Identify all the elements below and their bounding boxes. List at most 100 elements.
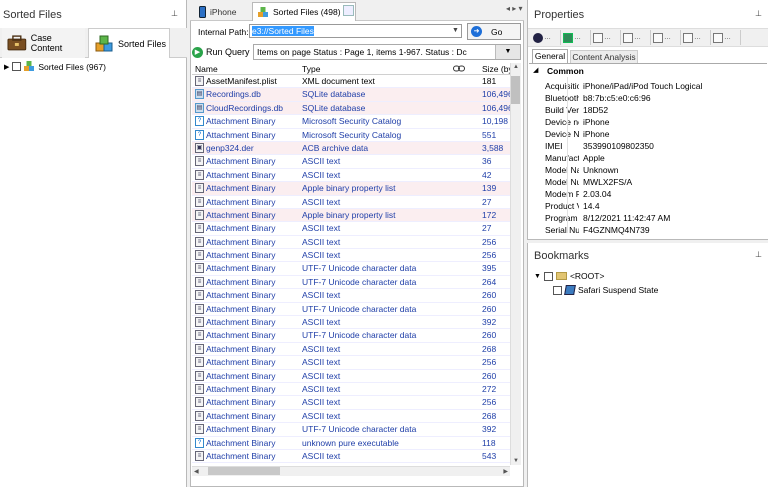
checkbox[interactable] [12,62,22,71]
column-divider[interactable] [567,77,568,233]
scroll-up-icon[interactable]: ▲ [513,64,519,70]
property-row[interactable]: Model Nar Unknown [543,165,767,177]
tree-item-sorted-files[interactable]: ▶ Sorted Files (967) [4,61,106,72]
run-query-button[interactable]: ▶ Run Query [192,44,252,60]
scroll-left-icon[interactable]: ◀ [194,468,199,475]
table-row[interactable]: ≡ Attachment Binary ASCII text 256 [192,356,510,370]
pin-icon[interactable]: ⊥ [755,9,762,18]
tab-general[interactable]: General [532,49,568,63]
table-row[interactable]: ≡ AssetManifest.plist XML document text 181 [192,75,510,89]
export-button[interactable]: … [713,30,741,45]
cell-size: 27 [482,196,492,207]
table-row[interactable]: ≡ Attachment Binary UTF-7 Unicode characte… [192,423,510,437]
bookmark-root[interactable]: ▼ <ROOT> [534,271,604,281]
table-row[interactable]: ≡ Attachment Binary ASCII text 268 [192,410,510,424]
link-icon[interactable] [453,65,465,72]
db-icon: ▤ [195,102,204,113]
checkbox[interactable] [543,271,553,281]
table-row[interactable]: ≡ Attachment Binary Apple binary property … [192,208,510,223]
section-header-common[interactable]: Common [529,66,767,78]
table-row[interactable]: ≡ Attachment Binary ASCII text 392 [192,316,510,330]
scroll-down-icon[interactable]: ▼ [513,458,519,464]
tab-sorted-files[interactable]: Sorted Files [88,28,170,58]
checkbox[interactable] [553,285,562,295]
go-button[interactable]: ➜ Go [467,23,521,40]
scroll-right-icon[interactable]: ▶ [503,468,508,475]
expand-arrow-icon[interactable]: ▶ [4,63,9,71]
internal-path-input[interactable]: e3://Sorted Files [249,24,462,38]
table-row[interactable]: ≡ Attachment Binary ASCII text 260 [192,370,510,383]
property-row[interactable]: Bluetooth b8:7b:c5:e0:c6:96 [543,93,767,105]
table-row[interactable]: ≡ Attachment Binary ASCII text 36 [192,155,510,169]
expand-arrow-icon[interactable]: ▼ [534,273,541,280]
cell-size: 256 [482,250,497,261]
tab-nav-arrows-icon[interactable]: ◂ ▸ ▾ [506,4,523,13]
property-row[interactable]: Product V 14.4 [543,201,767,213]
tab-sorted-files-498[interactable]: Sorted Files (498) [252,2,356,21]
property-row[interactable]: Modem Fi 2.03.04 [543,189,767,201]
pin-icon[interactable]: ⊥ [171,9,178,18]
chevron-down-icon[interactable]: ▼ [452,27,459,34]
pin-icon[interactable]: ⊥ [755,250,762,259]
table-row[interactable]: ≡ Attachment Binary UTF-7 Unicode characte… [192,262,510,276]
calendar-button[interactable]: … [653,30,681,45]
column-header-name[interactable]: Name [195,64,218,74]
table-row[interactable]: ▣ genp324.der ACB archive data 3,588 [192,141,510,156]
new-tab-icon[interactable] [343,5,354,16]
property-key: Manufact [545,153,579,163]
property-row[interactable]: IMEI 353990109802350 [543,141,767,153]
text-document-icon [623,32,633,43]
tab-iphone[interactable]: iPhone [194,2,249,21]
table-row[interactable]: ≡ Attachment Binary ASCII text 272 [192,383,510,397]
table-row[interactable]: ≡ Attachment Binary ASCII text 268 [192,343,510,357]
table-row[interactable]: ≡ Attachment Binary UTF-7 Unicode characte… [192,329,510,343]
property-row[interactable]: Serial Nur F4GZNMQ4N739 [543,225,767,237]
table-row[interactable]: ≡ Attachment Binary ASCII text 27 [192,222,510,236]
table-row[interactable]: ? Attachment Binary unknown pure executabl… [192,437,510,450]
info-button[interactable]: … [533,30,561,45]
column-header-size[interactable]: Size (by [482,64,510,74]
table-row[interactable]: ≡ Attachment Binary ASCII text 256 [192,236,510,250]
table-row[interactable]: ≡ Attachment Binary UTF-7 Unicode characte… [192,303,510,317]
table-row[interactable]: ≡ Attachment Binary ASCII text 42 [192,169,510,183]
property-row[interactable]: Model Nur MWLX2FS/A [543,177,767,189]
horizontal-scroll-thumb[interactable] [208,467,280,475]
table-row[interactable]: ≡ Attachment Binary ASCII text 256 [192,396,510,410]
table-row[interactable]: ? Attachment Binary Microsoft Security Cat… [192,129,510,142]
property-row[interactable]: Device Na iPhone [543,129,767,141]
mail-button[interactable]: … [563,30,591,45]
text-document-button[interactable]: … [623,30,651,45]
tab-content-analysis[interactable]: Content Analysis [570,50,638,63]
vertical-scroll-thumb[interactable] [511,76,520,104]
table-row[interactable]: ≡ Attachment Binary Apple binary property … [192,182,510,196]
property-row[interactable]: Manufact Apple [543,153,767,165]
cell-type: ASCII text [302,383,341,394]
cell-type: UTF-7 Unicode character data [302,263,417,274]
property-row[interactable]: Build Vers 18D52 [543,105,767,117]
property-row[interactable]: Device nc iPhone [543,117,767,129]
document-button[interactable]: … [593,30,621,45]
column-header-type[interactable]: Type [302,64,320,74]
cell-name: ? Attachment Binary [195,129,299,140]
property-row[interactable]: Acquisitio iPhone/iPad/iPod Touch Logical [543,81,767,93]
chevron-down-icon[interactable]: ▼ [495,45,520,59]
table-row[interactable]: ≡ Attachment Binary ASCII text 543 [192,450,510,464]
internal-path-value: e3://Sorted Files [252,26,314,36]
table-row[interactable]: ≡ Attachment Binary UTF-7 Unicode characte… [192,276,510,290]
tab-case-content[interactable]: Case Content [2,28,85,58]
table-row[interactable]: ≡ Attachment Binary ASCII text 260 [192,289,510,303]
property-value: 2.03.04 [583,189,612,199]
table-row[interactable]: ? Attachment Binary Microsoft Security Cat… [192,115,510,129]
grid-view-button[interactable]: … [683,30,711,45]
bookmark-item[interactable]: Safari Suspend State [553,285,658,295]
table-row[interactable]: ≡ Attachment Binary ASCII text 256 [192,249,510,263]
file-name: Attachment Binary [206,290,276,301]
table-row[interactable]: ▤ CloudRecordings.db SQLite database 106,49… [192,101,510,116]
property-value: 18D52 [583,105,609,115]
table-row[interactable]: ≡ Attachment Binary ASCII text 27 [192,196,510,209]
text-file-icon: ≡ [195,317,204,328]
text-file-icon: ≡ [195,397,204,408]
vertical-scrollbar[interactable]: ▲ ▼ [510,63,521,465]
table-row[interactable]: ▤ Recordings.db SQLite database 106,496 [192,88,510,102]
property-row[interactable]: Program I 8/12/2021 11:42:47 AM [543,213,767,225]
